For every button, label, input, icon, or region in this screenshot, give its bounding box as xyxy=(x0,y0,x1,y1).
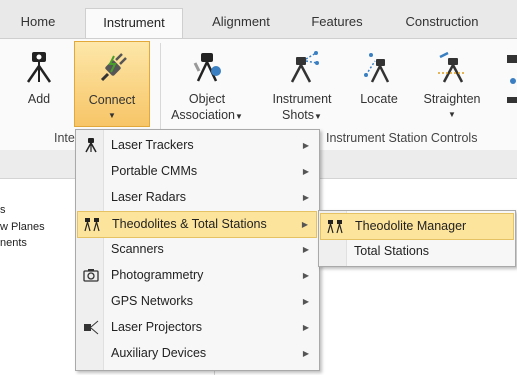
submenu-arrow-icon: ▶ xyxy=(302,271,309,280)
menu-item-label: Theodolite Manager xyxy=(355,219,467,233)
connect-dropdown-menu: Laser Trackers ▶ Portable CMMs ▶ Laser R… xyxy=(75,129,320,371)
submenu-arrow-icon: ▶ xyxy=(302,193,309,202)
menu-item-laser-trackers[interactable]: Laser Trackers ▶ xyxy=(77,133,317,158)
connect-button[interactable]: Connect ▼ xyxy=(74,41,150,127)
theodolite-icon xyxy=(327,220,343,234)
tab-features[interactable]: Features xyxy=(298,8,376,38)
tree-item[interactable]: w Planes xyxy=(0,221,45,233)
chevron-down-icon: ▼ xyxy=(448,110,456,119)
object-association-label-1: Object xyxy=(188,92,226,106)
menu-item-theodolites-total-stations[interactable]: Theodolites & Total Stations ▶ xyxy=(77,211,317,238)
menu-item-label: Laser Trackers xyxy=(111,138,194,152)
chevron-down-icon: ▼ xyxy=(314,112,322,121)
locate-label: Locate xyxy=(360,92,398,106)
menu-item-label: Scanners xyxy=(111,242,164,256)
locate-button[interactable]: Locate xyxy=(350,41,408,127)
menu-item-auxiliary-devices[interactable]: Auxiliary Devices ▶ xyxy=(77,341,317,366)
object-association-button[interactable]: Object Association▼ xyxy=(168,41,246,127)
straighten-icon xyxy=(438,51,466,83)
menu-item-laser-radars[interactable]: Laser Radars ▶ xyxy=(77,185,317,210)
menu-item-label: Theodolites & Total Stations xyxy=(112,217,267,231)
instrument-shots-button[interactable]: Instrument Shots▼ xyxy=(262,41,342,127)
instrument-shots-label-2: Shots xyxy=(282,108,315,122)
object-association-icon xyxy=(193,53,221,82)
submenu-arrow-icon: ▶ xyxy=(302,297,309,306)
plug-icon xyxy=(100,53,127,82)
locate-icon xyxy=(364,53,390,83)
submenu-arrow-icon: ▶ xyxy=(302,141,309,150)
menu-item-scanners[interactable]: Scanners ▶ xyxy=(77,237,317,262)
object-association-label-2: Association xyxy=(171,108,235,122)
submenu-arrow-icon: ▶ xyxy=(301,220,308,229)
menu-item-photogrammetry[interactable]: Photogrammetry ▶ xyxy=(77,263,317,288)
menu-item-label: Photogrammetry xyxy=(111,268,204,282)
group-label-instrument-station-controls: Instrument Station Controls xyxy=(326,131,478,145)
submenu-arrow-icon: ▶ xyxy=(302,349,309,358)
submenu-arrow-icon: ▶ xyxy=(302,323,309,332)
menu-item-gps-networks[interactable]: GPS Networks ▶ xyxy=(77,289,317,314)
tab-instrument[interactable]: Instrument xyxy=(85,8,183,39)
straighten-label: Straighten xyxy=(423,92,481,106)
tab-construction[interactable]: Construction xyxy=(388,8,496,38)
projector-icon xyxy=(84,320,99,335)
theodolite-submenu: Theodolite Manager Total Stations xyxy=(318,210,516,267)
menu-item-total-stations[interactable]: Total Stations xyxy=(320,239,514,264)
connect-dropdown-arrow: ▼ xyxy=(108,111,116,120)
menu-item-label: GPS Networks xyxy=(111,294,193,308)
submenu-arrow-icon: ▶ xyxy=(302,245,309,254)
instrument-shots-label-1: Instrument xyxy=(272,92,332,106)
menu-item-label: Portable CMMs xyxy=(111,164,198,178)
menu-item-laser-projectors[interactable]: Laser Projectors ▶ xyxy=(77,315,317,340)
add-button[interactable]: Add xyxy=(14,41,64,127)
menu-item-label: Auxiliary Devices xyxy=(111,346,207,360)
add-label: Add xyxy=(27,92,51,106)
overflow-tool-icon[interactable] xyxy=(503,51,517,111)
menu-item-theodolite-manager[interactable]: Theodolite Manager xyxy=(320,213,514,240)
chevron-down-icon: ▼ xyxy=(235,112,243,121)
tab-home[interactable]: Home xyxy=(4,8,72,38)
menu-item-label: Total Stations xyxy=(354,244,430,258)
tree-item[interactable]: nents xyxy=(0,237,27,249)
group-label-interface: Inte xyxy=(54,131,75,145)
menu-item-label: Laser Radars xyxy=(111,190,187,204)
tripod-icon xyxy=(85,138,97,153)
menu-item-portable-cmms[interactable]: Portable CMMs ▶ xyxy=(77,159,317,184)
straighten-button[interactable]: Straighten ▼ xyxy=(414,41,490,127)
tripod-icon xyxy=(26,52,52,83)
ribbon-tab-bar: Home Instrument Alignment Features Const… xyxy=(0,0,517,39)
menu-item-label: Laser Projectors xyxy=(111,320,203,334)
theodolite-icon xyxy=(84,218,100,232)
camera-icon xyxy=(83,269,99,282)
instrument-shots-icon xyxy=(290,51,319,83)
submenu-arrow-icon: ▶ xyxy=(302,167,309,176)
tab-alignment[interactable]: Alignment xyxy=(196,8,286,38)
tree-item[interactable]: s xyxy=(0,204,6,216)
connect-label: Connect xyxy=(88,93,136,107)
